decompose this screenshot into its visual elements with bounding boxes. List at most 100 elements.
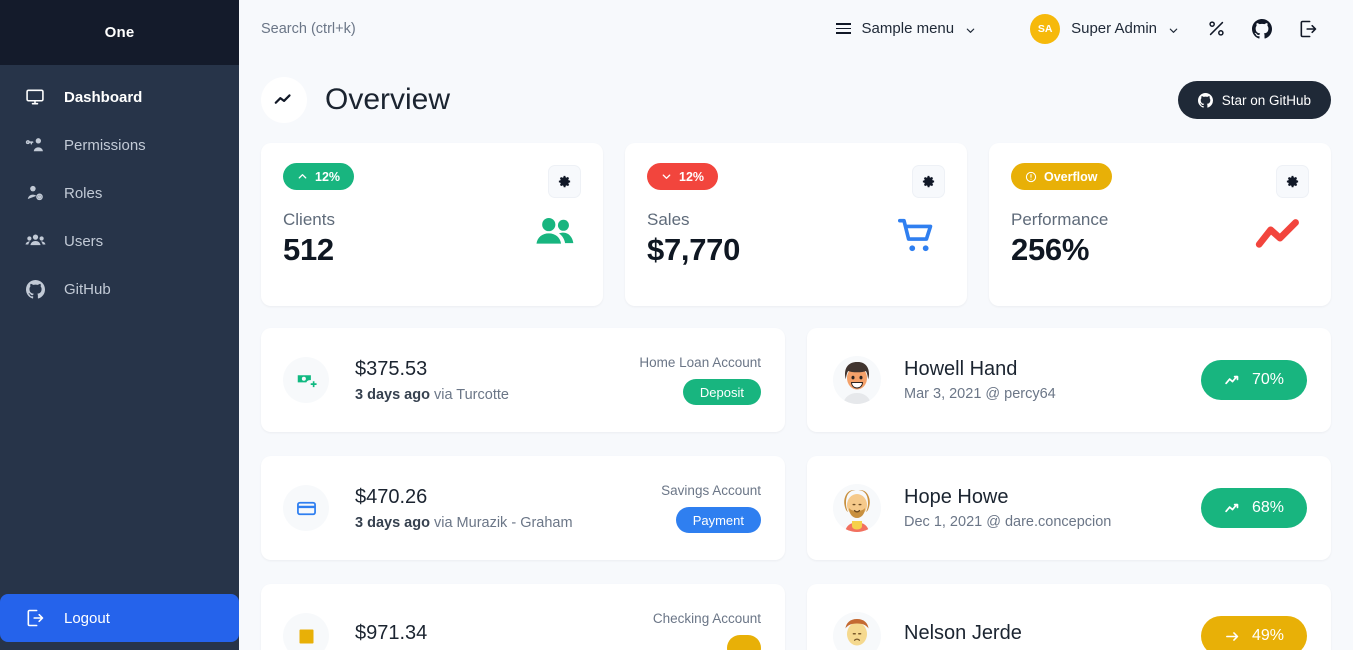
transaction-via: via Murazik - Graham <box>433 514 573 531</box>
sidebar-item-label: Users <box>64 232 104 250</box>
transaction-via: via Turcotte <box>433 386 509 403</box>
user-trend-badge: 68% <box>1201 488 1307 528</box>
transaction-row[interactable]: $971.34 Checking Account <box>261 584 785 650</box>
transaction-right: Savings Account Payment <box>661 483 761 533</box>
transaction-details: $470.26 3 days ago via Murazik - Graham <box>355 486 573 531</box>
status-badge: 12% <box>647 163 719 190</box>
github-icon <box>1197 92 1213 108</box>
avatar: SA <box>1030 13 1061 44</box>
users-group-icon <box>24 230 46 252</box>
sidebar-nav: Dashboard Permissions Roles Users GitHub <box>0 65 239 594</box>
logout-icon <box>24 607 46 629</box>
avatar <box>833 612 881 650</box>
brand-header: One <box>0 0 239 65</box>
transaction-type-badge: Payment <box>675 507 761 533</box>
badge-label: 12% <box>315 169 341 184</box>
user-details: Hope Howe Dec 1, 2021 @ dare.concepcion <box>904 486 1111 530</box>
percent-slash-icon[interactable] <box>1193 6 1239 52</box>
chevron-down-icon <box>661 171 672 182</box>
github-icon[interactable] <box>1239 6 1285 52</box>
transaction-account: Savings Account <box>661 483 761 498</box>
transaction-account: Home Loan Account <box>639 355 761 370</box>
credit-card-icon <box>283 485 329 531</box>
sidebar-item-users[interactable]: Users <box>0 217 239 265</box>
shopping-cart-icon <box>895 213 941 264</box>
arrow-right-icon <box>1224 628 1241 645</box>
logout-label: Logout <box>64 609 110 627</box>
star-button-label: Star on GitHub <box>1221 92 1311 108</box>
avatar <box>833 484 881 532</box>
user-meta: Mar 3, 2021 @ percy64 <box>904 386 1056 402</box>
transactions-column: $375.53 3 days ago via Turcotte Home Loa… <box>261 328 785 650</box>
star-on-github-button[interactable]: Star on GitHub <box>1177 81 1331 119</box>
stat-cards: 12% Clients 512 12% Sales $7,770 Overflo… <box>261 143 1331 306</box>
monitor-icon <box>24 86 46 108</box>
transaction-right: Home Loan Account Deposit <box>639 355 761 405</box>
user-menu-dropdown[interactable]: SA Super Admin <box>1012 13 1193 44</box>
app-root: One Dashboard Permissions Roles Users Gi… <box>0 0 1353 650</box>
transaction-time: 3 days ago <box>355 386 430 403</box>
sidebar-item-label: Roles <box>64 184 103 202</box>
sidebar-item-permissions[interactable]: Permissions <box>0 121 239 169</box>
user-name: Howell Hand <box>904 358 1018 380</box>
search-input[interactable] <box>261 20 581 37</box>
user-row[interactable]: Hope Howe Dec 1, 2021 @ dare.concepcion … <box>807 456 1331 560</box>
logout-button[interactable]: Logout <box>0 594 239 642</box>
alert-circle-icon <box>1025 171 1037 183</box>
sample-menu-dropdown[interactable]: Sample menu <box>822 20 991 37</box>
stat-card-clients: 12% Clients 512 <box>261 143 603 306</box>
topbar: Sample menu SA Super Admin <box>239 0 1353 57</box>
transaction-amount: $375.53 <box>355 357 428 380</box>
users-column: Howell Hand Mar 3, 2021 @ percy64 70% Ho… <box>807 328 1331 650</box>
user-details: Nelson Jerde <box>904 622 1022 650</box>
user-name: Hope Howe <box>904 486 1009 508</box>
user-trend-value: 49% <box>1251 627 1285 644</box>
sidebar-item-dashboard[interactable]: Dashboard <box>0 73 239 121</box>
logout-section: Logout <box>0 594 239 650</box>
trend-line-icon <box>1255 217 1305 258</box>
square-icon <box>283 613 329 650</box>
key-user-icon <box>24 134 46 156</box>
status-badge: Overflow <box>1011 163 1112 190</box>
gear-icon[interactable] <box>1276 165 1309 198</box>
transaction-time: 3 days ago <box>355 514 430 531</box>
hamburger-icon <box>835 22 851 35</box>
user-row[interactable]: Nelson Jerde 49% <box>807 584 1331 650</box>
trend-up-icon <box>1224 500 1241 517</box>
transaction-account: Checking Account <box>652 611 761 626</box>
transaction-amount: $971.34 <box>355 621 428 644</box>
transaction-type-badge: Deposit <box>682 379 761 405</box>
sidebar-item-github[interactable]: GitHub <box>0 265 239 313</box>
content-area: 12% Clients 512 12% Sales $7,770 Overflo… <box>239 131 1353 650</box>
transaction-row[interactable]: $375.53 3 days ago via Turcotte Home Loa… <box>261 328 785 432</box>
brand-title: One <box>104 24 135 41</box>
gear-icon[interactable] <box>912 165 945 198</box>
transaction-type-badge <box>727 635 761 650</box>
github-icon <box>24 278 46 300</box>
user-trend-value: 70% <box>1251 371 1285 388</box>
cash-plus-icon <box>283 357 329 403</box>
sidebar-item-roles[interactable]: Roles <box>0 169 239 217</box>
main-area: Sample menu SA Super Admin <box>239 0 1353 650</box>
users-group-icon <box>533 211 577 260</box>
logout-icon[interactable] <box>1285 6 1331 52</box>
user-cog-icon <box>24 182 46 204</box>
transaction-details: $971.34 <box>355 622 427 650</box>
transaction-right: Checking Account <box>653 611 761 650</box>
stat-card-sales: 12% Sales $7,770 <box>625 143 967 306</box>
user-meta: Dec 1, 2021 @ dare.concepcion <box>904 514 1112 530</box>
page-title: Overview <box>325 83 451 116</box>
user-row[interactable]: Howell Hand Mar 3, 2021 @ percy64 70% <box>807 328 1331 432</box>
transaction-meta: 3 days ago via Murazik - Graham <box>355 515 573 531</box>
status-badge: 12% <box>283 163 355 190</box>
topbar-actions: Sample menu SA Super Admin <box>822 6 1331 52</box>
avatar <box>833 356 881 404</box>
sidebar-item-label: GitHub <box>64 280 111 298</box>
sidebar-item-label: Dashboard <box>64 88 143 106</box>
trend-line-icon <box>261 77 307 123</box>
chevron-down-icon <box>1168 23 1179 34</box>
user-trend-value: 68% <box>1251 499 1285 516</box>
gear-icon[interactable] <box>548 165 581 198</box>
transaction-meta: 3 days ago via Turcotte <box>355 387 509 403</box>
transaction-row[interactable]: $470.26 3 days ago via Murazik - Graham … <box>261 456 785 560</box>
